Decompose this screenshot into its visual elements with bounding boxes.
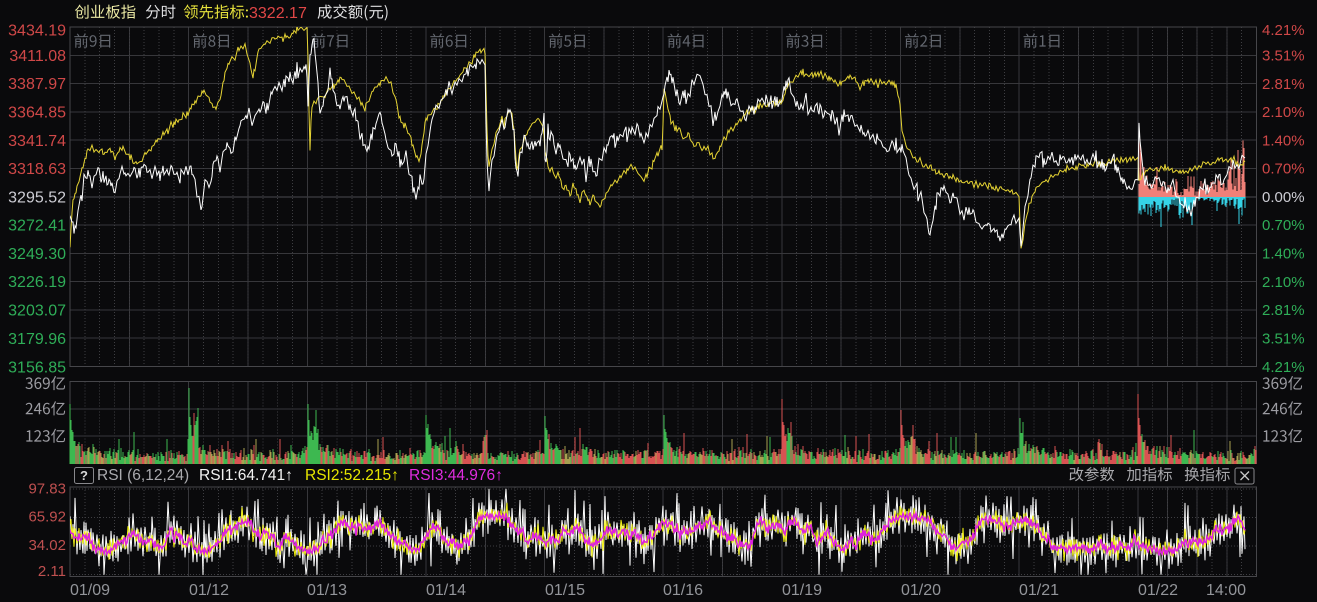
svg-text:RSI2:52.215↑: RSI2:52.215↑ [305, 467, 399, 484]
svg-text:65.92: 65.92 [28, 509, 66, 526]
svg-text:RSI3:44.976↑: RSI3:44.976↑ [409, 467, 503, 484]
svg-text:2.10%: 2.10% [1262, 104, 1305, 121]
svg-text:1.40%: 1.40% [1262, 246, 1305, 263]
svg-text:3156.85: 3156.85 [8, 360, 66, 377]
svg-text:2.81%: 2.81% [1262, 76, 1305, 93]
svg-text:14:00: 14:00 [1206, 582, 1246, 599]
svg-text:2.10%: 2.10% [1262, 274, 1305, 291]
svg-text:3203.07: 3203.07 [8, 303, 66, 320]
svg-text:01/19: 01/19 [782, 582, 822, 599]
svg-text:01/14: 01/14 [426, 582, 466, 599]
svg-text:0.00%: 0.00% [1262, 189, 1305, 206]
svg-text:97.83: 97.83 [28, 481, 66, 498]
svg-text:34.02: 34.02 [28, 537, 66, 554]
svg-text:0.70%: 0.70% [1262, 161, 1305, 178]
svg-text:RSI (6,12,24): RSI (6,12,24) [97, 467, 189, 484]
svg-text:0.70%: 0.70% [1262, 217, 1305, 234]
svg-text:2.11: 2.11 [38, 563, 66, 580]
svg-text:01/16: 01/16 [663, 582, 703, 599]
svg-text:01/12: 01/12 [189, 582, 229, 599]
svg-text:01/20: 01/20 [901, 582, 941, 599]
svg-text:3364.85: 3364.85 [8, 105, 66, 122]
svg-text:01/15: 01/15 [545, 582, 585, 599]
svg-text:3341.74: 3341.74 [8, 133, 66, 150]
svg-text:01/09: 01/09 [70, 582, 110, 599]
svg-text:3434.19: 3434.19 [8, 23, 66, 40]
svg-text:1.40%: 1.40% [1262, 132, 1305, 149]
svg-text:3226.19: 3226.19 [8, 274, 66, 291]
svg-text:01/13: 01/13 [307, 582, 347, 599]
svg-text:3.51%: 3.51% [1262, 330, 1305, 347]
svg-text:01/22: 01/22 [1138, 582, 1178, 599]
svg-text:3249.30: 3249.30 [8, 246, 66, 263]
svg-text:4.21%: 4.21% [1262, 359, 1305, 376]
svg-text:3272.41: 3272.41 [8, 218, 66, 235]
svg-text:01/21: 01/21 [1019, 582, 1059, 599]
svg-text:3411.08: 3411.08 [9, 48, 66, 65]
svg-text:3179.96: 3179.96 [8, 331, 66, 348]
svg-text:2.81%: 2.81% [1262, 302, 1305, 319]
svg-text:3322.17: 3322.17 [249, 5, 307, 22]
svg-text:3.51%: 3.51% [1262, 48, 1305, 65]
svg-text:3318.63: 3318.63 [8, 161, 66, 178]
svg-text:3295.52: 3295.52 [8, 189, 66, 206]
svg-text:RSI1:64.741↑: RSI1:64.741↑ [199, 467, 293, 484]
svg-text:?: ? [80, 468, 88, 483]
svg-text:3387.97: 3387.97 [8, 76, 66, 93]
svg-text:4.21%: 4.21% [1262, 22, 1305, 39]
